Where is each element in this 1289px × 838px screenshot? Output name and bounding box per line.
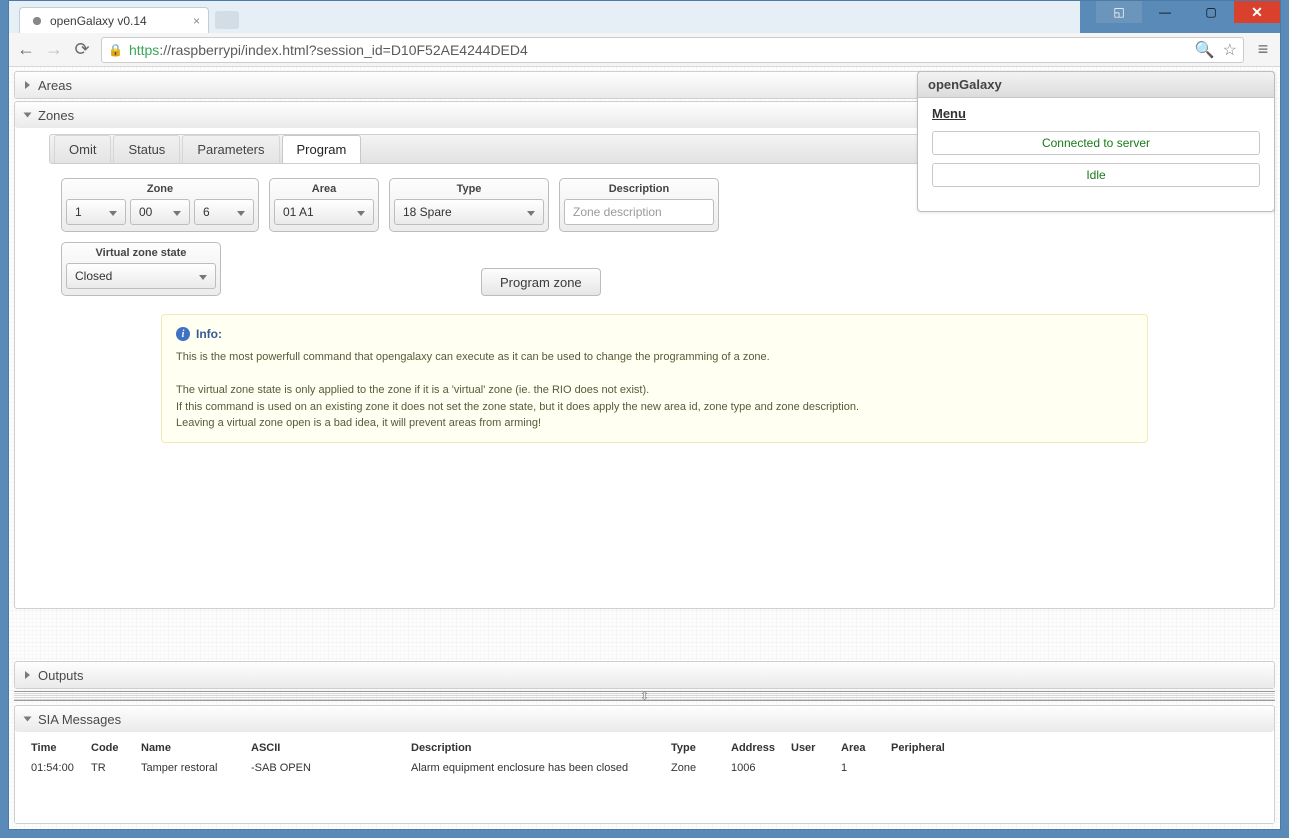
- status-connected: Connected to server: [932, 131, 1260, 155]
- maximize-button[interactable]: ▢: [1188, 1, 1234, 23]
- bookmark-icon[interactable]: ☆: [1223, 40, 1237, 60]
- accordion-zones-label: Zones: [38, 108, 74, 123]
- col-area: Area: [835, 738, 885, 758]
- browser-menu-icon[interactable]: ≡: [1254, 39, 1272, 60]
- cell-periph: [885, 758, 1264, 778]
- accordion-outputs-label: Outputs: [38, 668, 84, 683]
- horizontal-splitter[interactable]: ⇳: [14, 691, 1275, 701]
- address-bar[interactable]: 🔒 https://raspberrypi/index.html?session…: [101, 37, 1244, 63]
- cell-area: 1: [835, 758, 885, 778]
- area-select[interactable]: 01 A1: [274, 199, 374, 225]
- accordion-sia[interactable]: SIA Messages: [15, 706, 1274, 732]
- cell-name: Tamper restoral: [135, 758, 245, 778]
- cell-code: TR: [85, 758, 135, 778]
- status-idle: Idle: [932, 163, 1260, 187]
- info-line-4: Leaving a virtual zone open is a bad ide…: [176, 415, 1133, 432]
- user-icon[interactable]: ◱: [1096, 1, 1142, 23]
- info-icon: i: [176, 327, 190, 341]
- col-ascii: ASCII: [245, 738, 405, 758]
- zone-select-1[interactable]: 1: [66, 199, 126, 225]
- group-description: Description: [559, 178, 719, 232]
- cell-addr: 1006: [725, 758, 785, 778]
- cell-user: [785, 758, 835, 778]
- info-box: i Info: This is the most powerfull comma…: [161, 314, 1148, 443]
- side-panel: openGalaxy Menu Connected to server Idle: [917, 71, 1275, 212]
- browser-tab[interactable]: openGalaxy v0.14 ×: [19, 7, 209, 33]
- minimize-button[interactable]: —: [1142, 1, 1188, 23]
- cell-desc: Alarm equipment enclosure has been close…: [405, 758, 665, 778]
- zoom-icon[interactable]: 🔍: [1195, 40, 1215, 60]
- side-panel-title: openGalaxy: [918, 72, 1274, 98]
- cell-ascii: -SAB OPEN: [245, 758, 405, 778]
- tab-omit[interactable]: Omit: [54, 135, 111, 163]
- virtual-state-select[interactable]: Closed: [66, 263, 216, 289]
- group-virtual-state-title: Virtual zone state: [66, 247, 216, 259]
- col-time: Time: [25, 738, 85, 758]
- accordion-areas-label: Areas: [38, 78, 72, 93]
- col-name: Name: [135, 738, 245, 758]
- group-virtual-state: Virtual zone state Closed: [61, 242, 221, 296]
- browser-tab-title: openGalaxy v0.14: [50, 14, 147, 28]
- group-zone: Zone 1 00 6: [61, 178, 259, 232]
- col-desc: Description: [405, 738, 665, 758]
- program-zone-button[interactable]: Program zone: [481, 268, 601, 296]
- tab-close-icon[interactable]: ×: [193, 14, 200, 28]
- lock-icon: 🔒: [108, 43, 123, 57]
- col-code: Code: [85, 738, 135, 758]
- type-select[interactable]: 18 Spare: [394, 199, 544, 225]
- url-rest: ://raspberrypi/index.html?session_id=D10…: [159, 42, 527, 58]
- info-line-3: If this command is used on an existing z…: [176, 399, 1133, 416]
- back-button[interactable]: ←: [17, 39, 35, 60]
- cell-time: 01:54:00: [25, 758, 85, 778]
- zone-select-2[interactable]: 00: [130, 199, 190, 225]
- col-addr: Address: [725, 738, 785, 758]
- info-line-1: This is the most powerfull command that …: [176, 349, 1133, 366]
- zone-description-input[interactable]: [564, 199, 714, 225]
- reload-button[interactable]: ⟳: [73, 39, 91, 60]
- col-type: Type: [665, 738, 725, 758]
- zone-select-3[interactable]: 6: [194, 199, 254, 225]
- tab-parameters[interactable]: Parameters: [182, 135, 279, 163]
- group-type-title: Type: [394, 183, 544, 195]
- accordion-sia-label: SIA Messages: [38, 712, 121, 727]
- group-type: Type 18 Spare: [389, 178, 549, 232]
- group-area-title: Area: [274, 183, 374, 195]
- close-button[interactable]: ✕: [1234, 1, 1280, 23]
- chevron-down-icon: [24, 717, 32, 722]
- group-zone-title: Zone: [66, 183, 254, 195]
- tab-program[interactable]: Program: [282, 135, 362, 163]
- chevron-right-icon: [25, 81, 30, 89]
- cell-type: Zone: [665, 758, 725, 778]
- col-periph: Peripheral: [885, 738, 1264, 758]
- sia-table: Time Code Name ASCII Description Type Ad…: [25, 738, 1264, 778]
- group-description-title: Description: [564, 183, 714, 195]
- group-area: Area 01 A1: [269, 178, 379, 232]
- side-menu-link[interactable]: Menu: [932, 106, 1260, 121]
- chevron-right-icon: [25, 671, 30, 679]
- info-line-2: The virtual zone state is only applied t…: [176, 382, 1133, 399]
- forward-button: →: [45, 39, 63, 60]
- table-row: 01:54:00 TR Tamper restoral -SAB OPEN Al…: [25, 758, 1264, 778]
- favicon-icon: [30, 14, 44, 28]
- col-user: User: [785, 738, 835, 758]
- info-title-text: Info:: [196, 325, 222, 343]
- tab-status[interactable]: Status: [113, 135, 180, 163]
- url-scheme: https: [129, 42, 159, 58]
- accordion-outputs[interactable]: Outputs: [15, 662, 1274, 688]
- chevron-down-icon: [24, 113, 32, 118]
- new-tab-button[interactable]: [215, 11, 239, 29]
